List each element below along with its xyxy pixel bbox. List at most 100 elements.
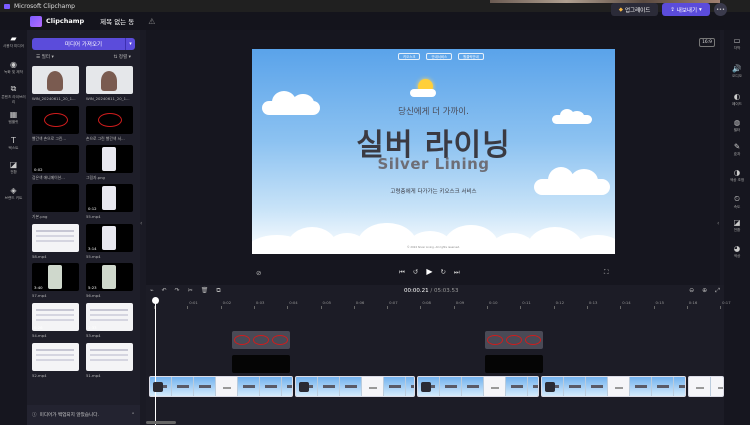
media-thumbnail[interactable]: 0:26 (32, 303, 79, 331)
right-panel-fade[interactable]: ◐ 페이드 (724, 92, 750, 107)
media-thumbnail[interactable]: 3:14 (86, 224, 133, 252)
sidebar-item-brand-kit[interactable]: ◈ 브랜드 키트 (0, 186, 27, 201)
media-thumbnail[interactable] (86, 106, 133, 134)
upgrade-label: 업그레이드 (624, 7, 651, 14)
magnet-icon[interactable]: ⌁ (150, 287, 154, 295)
video-clip[interactable] (417, 376, 539, 397)
right-panel-caption[interactable]: ▭ 자막 (724, 36, 750, 51)
right-sidebar: ▭ 자막 🔊 오디오 ◐ 페이드 ◍ 필터 ✎ 효과 ◑ 색상 조정 ⏲ 속도 ◪ 전환 ◕ 색상 (724, 30, 750, 425)
video-clip[interactable] (295, 376, 415, 397)
media-thumbnail[interactable]: 0:02 (32, 145, 79, 173)
delete-icon[interactable]: 🗑 (201, 287, 209, 295)
video-clip[interactable] (688, 376, 724, 397)
video-clip[interactable] (541, 376, 686, 397)
right-panel-effects[interactable]: ✎ 효과 (724, 142, 750, 157)
import-media-button[interactable]: 미디어 가져오기 ▾ (32, 38, 135, 50)
media-thumbnail[interactable]: 2:33 (86, 303, 133, 331)
cloud-graphic (410, 89, 436, 97)
sidebar-item-media[interactable]: ▰ 사용자 미디어 (0, 34, 27, 49)
preview-subtitle: 당신에게 더 가까이. (398, 107, 469, 117)
zoom-in-icon[interactable]: ⊕ (702, 287, 707, 295)
media-thumbnail[interactable]: 5:23 (86, 263, 133, 291)
split-icon[interactable]: ✂ (188, 287, 193, 295)
media-label: 빨간색 손으로 그린... (32, 136, 66, 141)
playhead[interactable] (155, 298, 156, 425)
timeline-scrollbar[interactable] (146, 421, 176, 424)
filter-button[interactable]: ☰ 필터 ▾ (36, 54, 54, 64)
redo-icon[interactable]: ↷ (175, 287, 180, 295)
right-panel-filter[interactable]: ◍ 필터 (724, 118, 750, 133)
sidebar-item-record[interactable]: ◉ 녹화 및 제작 (0, 60, 27, 75)
right-panel-speed[interactable]: ⏲ 속도 (724, 194, 750, 210)
media-thumbnail[interactable] (86, 343, 133, 371)
app-logo[interactable]: Clipchamp (0, 15, 85, 27)
sidebar-item-transitions[interactable]: ◪ 전환 (0, 160, 27, 175)
tag-chip: 안내서비스 (426, 53, 453, 60)
chevron-up-icon[interactable]: ⌃ (131, 413, 140, 418)
backup-notice[interactable]: ⓘ 미디어가 백업되지 않았습니다. ⌃ (27, 405, 140, 425)
overlay-clip[interactable] (485, 331, 543, 349)
rewind-5-icon[interactable]: ↺ (413, 268, 418, 277)
right-panel-audio[interactable]: 🔊 오디오 (724, 64, 750, 79)
caption-toggle-icon[interactable]: ⊘ (256, 269, 261, 277)
color-picker-icon: ◕ (733, 244, 741, 253)
black-clip[interactable] (485, 355, 543, 373)
forward-5-icon[interactable]: ↻ (440, 268, 445, 277)
chevron-down-icon[interactable]: ▾ (125, 38, 135, 50)
sidebar-item-text[interactable]: T 텍스트 (0, 136, 27, 151)
fade-icon: ◐ (733, 92, 741, 101)
clip-type-icon (299, 382, 309, 392)
timeline-ruler[interactable]: 00:010:020:030:040:050:060:070:080:090:1… (146, 300, 731, 309)
sidebar-item-templates[interactable]: ▦ 템플릿 (0, 110, 27, 125)
transition-icon: ◪ (733, 218, 741, 227)
sync-status-icon[interactable]: ⚠ (148, 17, 155, 26)
right-panel-color[interactable]: ◑ 색상 조정 (724, 168, 750, 183)
overlay-clip[interactable] (232, 331, 290, 349)
video-clip[interactable] (149, 376, 293, 397)
fit-timeline-icon[interactable]: ⤢ (715, 287, 720, 295)
media-thumbnail[interactable] (32, 106, 79, 134)
black-clip[interactable] (232, 355, 290, 373)
media-label: 58.mp4 (32, 254, 47, 259)
ruler-tick (653, 306, 655, 309)
media-duration: 2:33 (88, 325, 97, 330)
media-label: 기본.png (32, 214, 48, 219)
collapse-right-handle[interactable]: ‹ (717, 220, 723, 234)
window-title: Microsoft Clipchamp (14, 2, 75, 10)
sort-button[interactable]: ⇅ 정렬 ▾ (113, 54, 131, 64)
fullscreen-icon[interactable]: ⛶ (604, 268, 609, 277)
right-panel-transition[interactable]: ◪ 전환 (724, 218, 750, 233)
media-label: 그림자.png (86, 175, 105, 180)
preview-tagline: 고령층에게 다가가는 키오스크 서비스 (390, 189, 477, 195)
media-thumbnail[interactable] (32, 224, 79, 252)
media-duration: 3:40 (34, 285, 43, 290)
media-thumbnail[interactable] (86, 145, 133, 173)
media-thumbnail[interactable]: 0:12 (86, 184, 133, 212)
aspect-ratio-button[interactable]: 16:9 (699, 38, 715, 47)
play-button[interactable]: ▶ (426, 267, 432, 277)
app-name: Clipchamp (46, 17, 85, 25)
zoom-out-icon[interactable]: ⊖ (689, 287, 694, 295)
text-icon: T (11, 136, 16, 145)
sidebar-item-library[interactable]: ⧉ 콘텐츠 라이브러리 (0, 84, 27, 105)
export-button[interactable]: ⇪ 내보내기 ▾ (662, 3, 710, 16)
media-thumbnail[interactable] (32, 184, 79, 212)
speed-icon: ⏲ (734, 194, 740, 203)
playhead-handle[interactable] (152, 297, 159, 304)
skip-forward-icon[interactable]: ⏭ (454, 268, 460, 277)
player-controls: ⊘ ⏮ ↺ ▶ ↻ ⏭ ⛶ (256, 267, 612, 277)
video-track[interactable] (149, 376, 724, 397)
media-thumbnail[interactable] (32, 66, 79, 94)
preview-canvas[interactable]: 키오스크 안내서비스 원클릭안내 당신에게 더 가까이. 실버 라이닝 Silv… (252, 49, 615, 254)
media-thumbnail[interactable]: 3:40 (32, 263, 79, 291)
skip-back-icon[interactable]: ⏮ (399, 268, 405, 277)
undo-icon[interactable]: ↶ (162, 287, 167, 295)
media-thumbnail[interactable] (32, 343, 79, 371)
media-thumbnail[interactable] (86, 66, 133, 94)
avatar[interactable]: ••• (714, 3, 727, 16)
project-title[interactable]: 제목 없는 동 (96, 14, 138, 28)
upgrade-button[interactable]: ◆ 업그레이드 (611, 3, 658, 16)
duplicate-icon[interactable]: ⧉ (216, 287, 220, 295)
ruler-tick-label: 0:14 (622, 300, 631, 305)
right-panel-color-picker[interactable]: ◕ 색상 (724, 244, 750, 259)
